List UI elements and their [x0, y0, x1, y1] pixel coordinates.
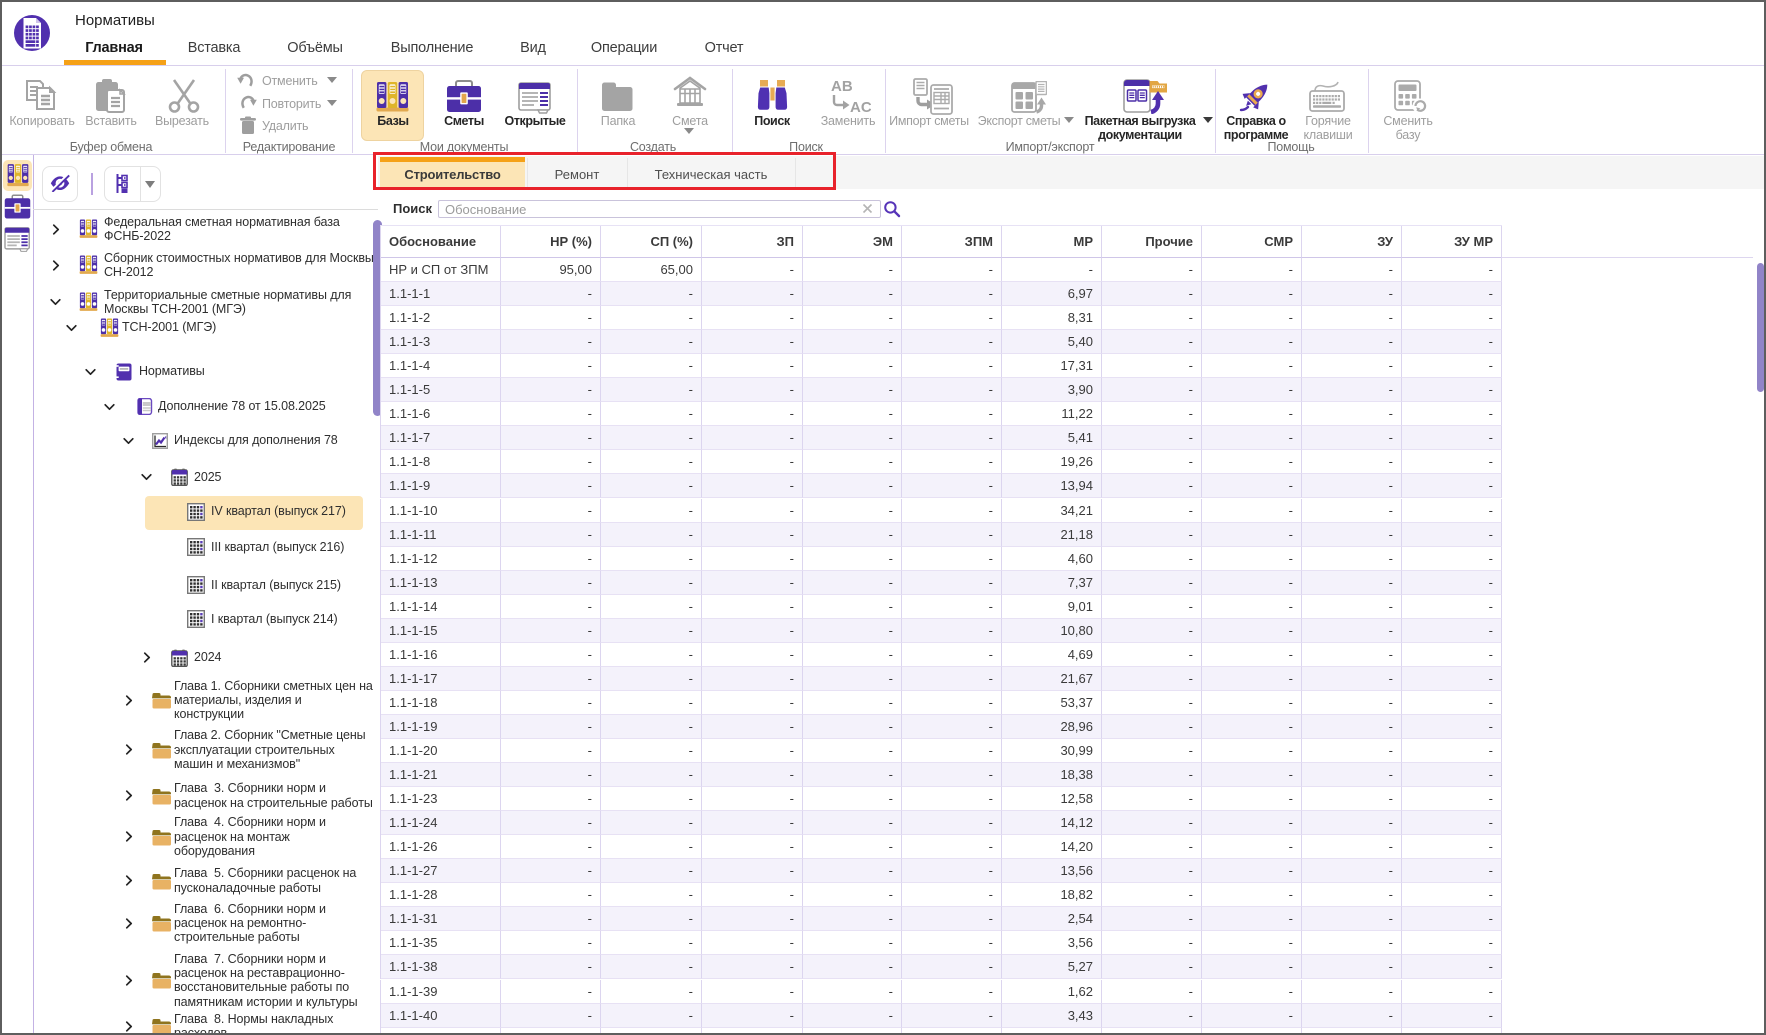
svg-text:AB: AB: [831, 78, 853, 95]
